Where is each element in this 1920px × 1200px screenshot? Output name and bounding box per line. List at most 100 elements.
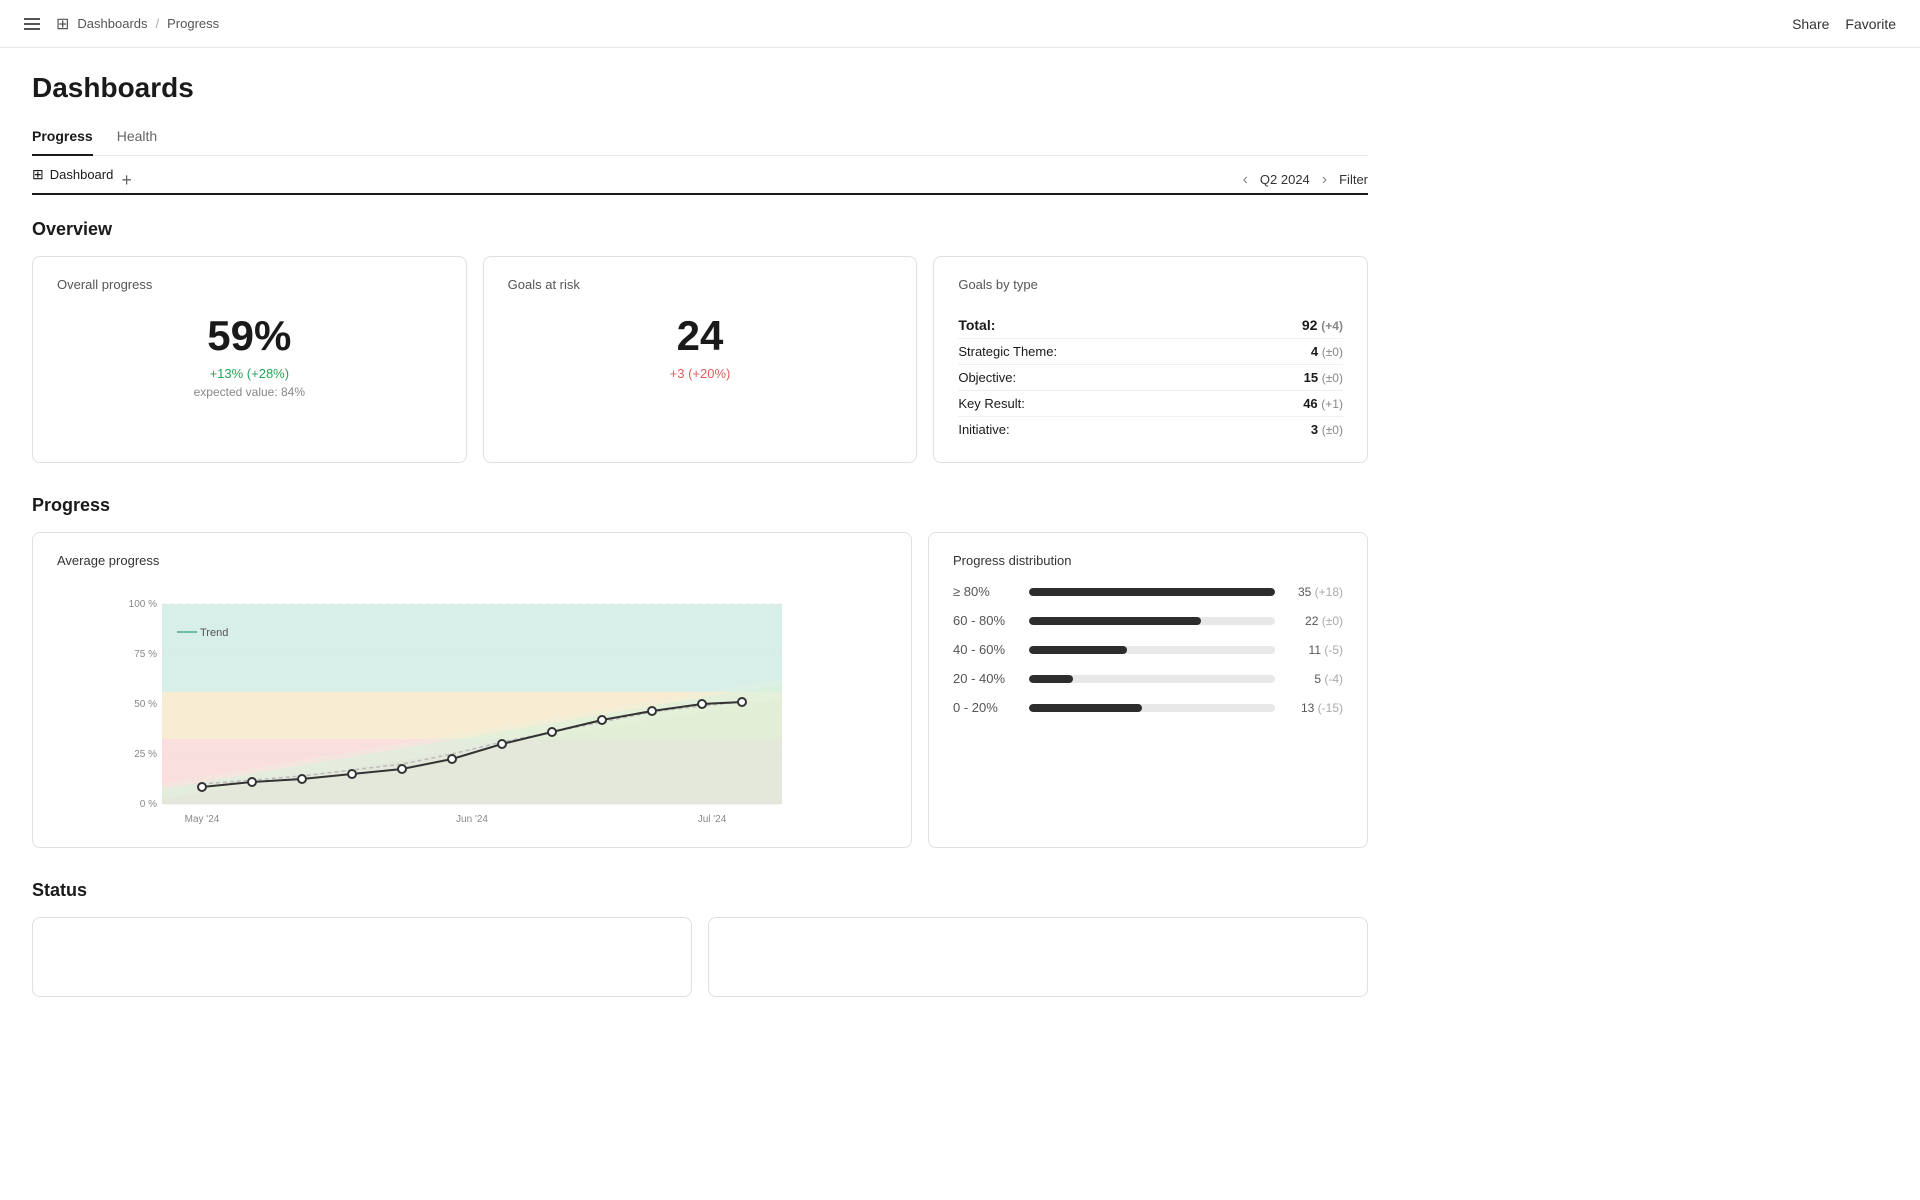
page-content: Dashboards Progress Health ⊞ Dashboard +… [0,48,1400,1053]
progress-distribution-card: Progress distribution ≥ 80% 35 (+18) 60 … [928,532,1368,848]
average-progress-chart: 100 % 75 % 50 % 25 % 0 % May '24 Jun '24… [57,584,887,824]
main-tabs: Progress Health [32,120,1368,156]
overall-progress-value: 59% [57,312,442,360]
menu-icon[interactable] [24,18,40,30]
dist-range-label: 20 - 40% [953,671,1021,686]
dist-bar-fill [1029,704,1142,712]
goals-type-value: 4 (±0) [1311,344,1343,359]
dist-bar-track [1029,675,1275,683]
breadcrumb-separator: / [156,16,160,31]
dist-range-label: 60 - 80% [953,613,1021,628]
distribution-row: 40 - 60% 11 (-5) [953,642,1343,657]
dist-bar-track [1029,704,1275,712]
average-progress-chart-card: Average progress [32,532,912,848]
svg-text:0 %: 0 % [140,799,157,810]
dashboard-grid-icon: ⊞ [32,166,44,183]
overview-title: Overview [32,219,1368,240]
dist-count: 5 (-4) [1283,672,1343,686]
quarter-label: Q2 2024 [1260,172,1310,187]
goals-by-type-card: Goals by type Total: 92 (+4) Strategic T… [933,256,1368,463]
goals-at-risk-change: +3 (+20%) [508,366,893,381]
svg-text:Trend: Trend [200,627,228,639]
tab-health[interactable]: Health [117,120,157,156]
goals-type-label: Objective: [958,370,1016,385]
svg-text:75 %: 75 % [134,649,157,660]
goals-by-type-title: Goals by type [958,277,1343,292]
dist-count: 35 (+18) [1283,585,1343,599]
goals-type-label: Initiative: [958,422,1009,437]
top-navigation: ⊞ Dashboards / Progress Share Favorite [0,0,1920,48]
progress-section: Progress Average progress [32,495,1368,848]
goals-type-table: Total: 92 (+4) Strategic Theme: 4 (±0) O… [958,312,1343,442]
overall-progress-expected: expected value: 84% [57,385,442,399]
goals-type-row: Key Result: 46 (+1) [958,391,1343,417]
status-card-1 [32,917,692,997]
svg-text:100 %: 100 % [129,599,157,610]
goals-type-label: Strategic Theme: [958,344,1057,359]
goals-at-risk-value: 24 [508,312,893,360]
favorite-button[interactable]: Favorite [1845,16,1896,32]
svg-text:May '24: May '24 [185,814,220,824]
goals-type-label: Key Result: [958,396,1024,411]
share-button[interactable]: Share [1792,16,1829,32]
dist-bar-fill [1029,617,1201,625]
progress-section-title: Progress [32,495,1368,516]
breadcrumb-progress[interactable]: Progress [167,16,219,31]
sub-toolbar-left: ⊞ Dashboard + [32,166,132,193]
dist-range-label: ≥ 80% [953,584,1021,599]
distribution-row: 20 - 40% 5 (-4) [953,671,1343,686]
goals-type-value: 46 (+1) [1303,396,1343,411]
dist-bar-fill [1029,646,1127,654]
goals-type-row: Initiative: 3 (±0) [958,417,1343,442]
overview-cards: Overall progress 59% +13% (+28%) expecte… [32,256,1368,463]
dist-range-label: 0 - 20% [953,700,1021,715]
status-section-title: Status [32,880,1368,901]
svg-text:Jul '24: Jul '24 [698,814,727,824]
goals-type-value: 92 (+4) [1302,317,1343,333]
prev-quarter-button[interactable]: ‹ [1239,169,1252,191]
goals-at-risk-card: Goals at risk 24 +3 (+20%) [483,256,918,463]
dist-bar-track [1029,588,1275,596]
dist-count: 11 (-5) [1283,643,1343,657]
tab-progress[interactable]: Progress [32,120,93,156]
sub-toolbar-right: ‹ Q2 2024 › Filter [1239,169,1368,191]
distribution-row: 0 - 20% 13 (-15) [953,700,1343,715]
goals-type-value: 3 (±0) [1311,422,1343,437]
distribution-row: ≥ 80% 35 (+18) [953,584,1343,599]
dist-bar-fill [1029,588,1275,596]
filter-button[interactable]: Filter [1339,172,1368,187]
distribution-row: 60 - 80% 22 (±0) [953,613,1343,628]
svg-text:25 %: 25 % [134,749,157,760]
chart-title: Average progress [57,553,887,568]
dist-range-label: 40 - 60% [953,642,1021,657]
page-title: Dashboards [32,72,1368,104]
breadcrumb: ⊞ Dashboards / Progress [24,14,219,34]
breadcrumb-dashboards[interactable]: Dashboards [77,16,147,31]
dashboard-tab-label: Dashboard [50,167,114,182]
status-cards [32,917,1368,997]
dist-count: 22 (±0) [1283,614,1343,628]
svg-text:Jun '24: Jun '24 [456,814,488,824]
goals-at-risk-title: Goals at risk [508,277,893,292]
overall-progress-card: Overall progress 59% +13% (+28%) expecte… [32,256,467,463]
overall-progress-title: Overall progress [57,277,442,292]
overview-section: Overview Overall progress 59% +13% (+28%… [32,219,1368,463]
goals-type-row: Strategic Theme: 4 (±0) [958,339,1343,365]
svg-text:50 %: 50 % [134,699,157,710]
dist-bar-track [1029,617,1275,625]
dashboard-tab[interactable]: ⊞ Dashboard [32,166,113,193]
status-card-2 [708,917,1368,997]
distribution-rows: ≥ 80% 35 (+18) 60 - 80% 22 (±0) 40 - 60%… [953,584,1343,715]
goals-type-label: Total: [958,317,995,333]
goals-type-row: Objective: 15 (±0) [958,365,1343,391]
topnav-actions: Share Favorite [1792,16,1896,32]
next-quarter-button[interactable]: › [1318,169,1331,191]
goals-type-value: 15 (±0) [1304,370,1343,385]
dist-bar-track [1029,646,1275,654]
sub-toolbar: ⊞ Dashboard + ‹ Q2 2024 › Filter [32,156,1368,195]
goals-type-row: Total: 92 (+4) [958,312,1343,339]
distribution-title: Progress distribution [953,553,1343,568]
add-dashboard-button[interactable]: + [121,171,132,189]
dist-count: 13 (-15) [1283,701,1343,715]
overall-progress-change: +13% (+28%) [57,366,442,381]
